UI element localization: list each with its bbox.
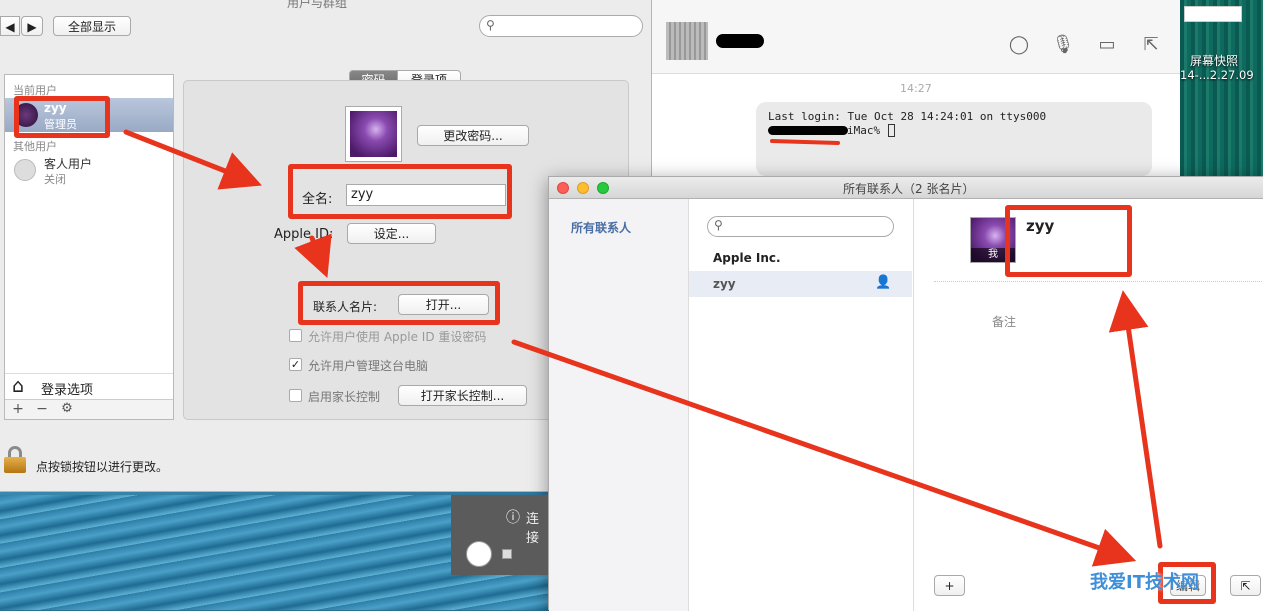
sidebar-toolbar: + − ⚙ [5,399,173,419]
set-apple-id-button[interactable]: 设定... [347,223,436,244]
screenshot-file-label: 屏幕快照 [1190,54,1239,68]
redacted-host [768,126,848,135]
message-time: 14:27 [900,82,932,95]
gear-icon[interactable]: ⚙ [57,401,77,416]
desktop-wallpaper-forest [1180,0,1263,180]
groups-pane: 所有联系人 [549,199,689,611]
other-users-header: 其他用户 [13,140,57,153]
search-icon: ⚲ [714,218,723,232]
info-icon: ⓘ [506,510,520,526]
screenshot-file-date: 14-...2.27.09 [1180,68,1254,82]
microphone-icon[interactable]: 🎙 [1050,34,1076,56]
annotation-box-contact-card [298,281,500,325]
forward-button[interactable]: ▶ [21,16,43,36]
close-button[interactable] [557,182,569,194]
share-button[interactable]: ⇱ [1230,575,1261,596]
contacts-list-pane: ⚲ Apple Inc. zyy 👤 [689,199,914,611]
reset-password-label: 允许用户使用 Apple ID 重设密码 [308,330,487,344]
messages-header: ◯ 🎙 ▭ ⇱ [652,0,1180,74]
lightning-picture [350,111,397,157]
search-field[interactable]: ⚲ [479,15,643,37]
guest-name: 客人用户 [44,157,93,171]
message-bubble: Last login: Tue Oct 28 14:24:01 on ttys0… [756,102,1152,176]
guest-status: 关闭 [44,173,66,186]
redacted-name [716,34,764,48]
lock-icon[interactable] [4,446,26,474]
notification-avatar [466,541,492,567]
parental-label: 启用家长控制 [308,390,381,404]
minimize-button[interactable] [577,182,589,194]
messages-window: ◯ 🎙 ▭ ⇱ 14:27 Last login: Tue Oct 28 14:… [652,0,1180,180]
annotation-box-card-name [1005,205,1132,277]
contacts-titlebar: 所有联系人（2 张名片） [549,177,1263,199]
search-icon: ⚲ [486,18,495,32]
terminal-line-1: Last login: Tue Oct 28 14:24:01 on ttys0… [768,110,1047,123]
admin-checkbox[interactable]: ✓ [289,358,302,371]
screenshot-file-icon[interactable] [1184,6,1242,22]
reset-password-checkbox[interactable] [289,329,302,342]
add-contact-button[interactable]: + [934,575,965,596]
guest-user-item[interactable]: 客人用户 关闭 [5,153,173,187]
user-picture[interactable] [345,106,402,162]
annotation-box-user [14,96,110,138]
window-title: 用户与群组 [287,0,348,10]
contact-avatar [666,22,708,60]
guest-avatar-icon [14,159,36,181]
remove-user-button[interactable]: − [33,401,51,417]
home-icon: ⌂ [12,375,25,397]
open-parental-controls-button[interactable]: 打开家长控制... [398,385,527,406]
contact-row-apple[interactable]: Apple Inc. [713,251,781,265]
terminal-cursor [888,124,895,137]
contacts-window: 所有联系人（2 张名片） 所有联系人 ⚲ Apple Inc. zyy 👤 我 … [548,176,1263,611]
contacts-title: 所有联系人（2 张名片） [843,182,975,196]
annotation-box-fullname [288,164,512,219]
login-options-item[interactable]: ⌂ 登录选项 [5,373,173,399]
parental-checkbox[interactable] [289,389,302,402]
change-password-button[interactable]: 更改密码... [417,125,529,146]
card-divider [934,281,1263,282]
add-user-button[interactable]: + [9,401,27,417]
group-all-contacts[interactable]: 所有联系人 [571,219,631,236]
back-button[interactable]: ◀ [0,16,20,36]
apple-id-label: Apple ID: [274,227,334,242]
watermark: 我爱IT技术网 [1090,572,1199,593]
show-all-button[interactable]: 全部显示 [53,16,131,36]
share-screen-icon[interactable]: ⇱ [1138,34,1164,56]
note-label: 备注 [992,315,1017,329]
notification-panel: ⓘ 连接 [451,495,548,575]
zoom-button[interactable] [597,182,609,194]
admin-label: 允许用户管理这台电脑 [308,359,429,373]
contacts-search-field[interactable]: ⚲ [707,216,894,237]
contact-row-zyy-label: zyy [713,277,736,291]
chat-icon[interactable]: ◯ [1006,34,1032,56]
terminal-line-2: iMac% [847,124,881,137]
lock-text: 点按锁按钮以进行更改。 [36,460,169,474]
login-options-label: 登录选项 [41,383,94,398]
me-person-icon: 👤 [875,275,892,290]
notification-text: 连接 [526,512,540,546]
contact-row-zyy[interactable]: zyy 👤 [689,271,912,297]
notification-checkbox[interactable] [502,549,512,559]
video-icon[interactable]: ▭ [1094,34,1120,56]
